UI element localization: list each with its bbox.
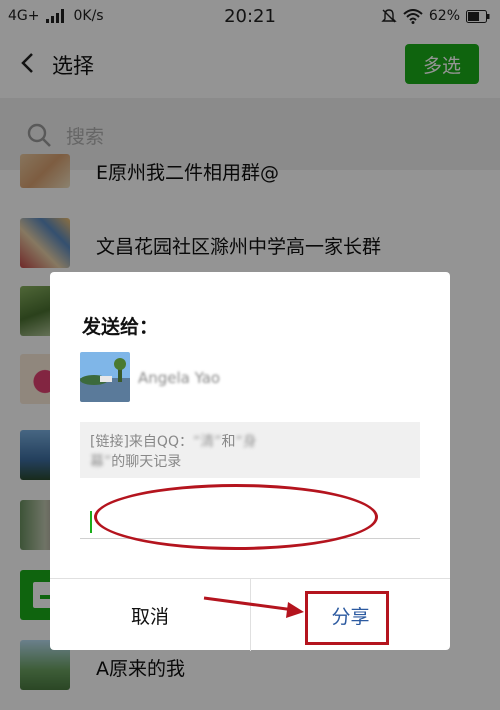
message-and: 和 <box>221 434 236 450</box>
send-to-label: 发送给： <box>82 316 159 338</box>
text-cursor <box>90 511 92 533</box>
annotation-ellipse <box>94 484 378 550</box>
message-preview: [链接]来自QQ：“清”和“身 幕”的聊天记录 <box>80 422 420 478</box>
message-prefix: [链接]来自QQ： <box>90 434 193 450</box>
message-quote1: “清” <box>192 434 222 450</box>
recipient-name: Angela Yao <box>138 369 221 387</box>
message-suffix: 的聊天记录 <box>111 454 182 470</box>
message-line2-blur: 幕” <box>90 454 112 470</box>
recipient-avatar <box>80 352 130 402</box>
message-quote2: “身 <box>235 434 257 450</box>
share-dialog: 发送给： Angela Yao [链接]来自QQ：“清”和“身 幕”的聊天记录 … <box>50 272 450 651</box>
annotation-arrow <box>203 596 304 618</box>
